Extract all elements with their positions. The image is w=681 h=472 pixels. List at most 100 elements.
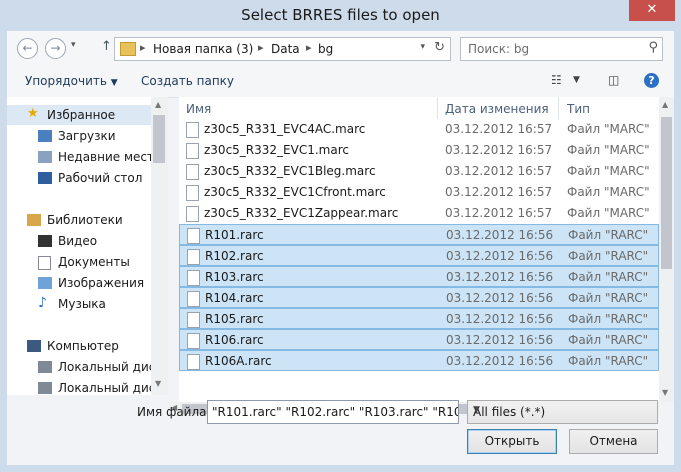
- column-header-name[interactable]: Имя: [186, 102, 211, 116]
- new-folder-button[interactable]: Создать папку: [141, 74, 234, 88]
- file-icon: [187, 291, 200, 307]
- file-name: z30c5_R332_EVC1.marc: [204, 143, 349, 157]
- video-icon: [38, 235, 52, 247]
- search-placeholder: Поиск: bg: [468, 42, 530, 56]
- file-icon: [186, 143, 199, 159]
- back-button[interactable]: ←: [17, 38, 38, 59]
- nav-label: Недавние места: [58, 150, 151, 164]
- breadcrumb-item[interactable]: Новая папка (3): [153, 42, 253, 56]
- refresh-icon[interactable]: ↻: [434, 40, 445, 55]
- nav-label: Видео: [58, 234, 98, 248]
- nav-item-computer[interactable]: Компьютер: [7, 336, 151, 356]
- file-row[interactable]: R101.rarc 03.12.2012 16:56 Файл "RARC": [179, 224, 659, 245]
- nav-label: Библиотеки: [47, 213, 123, 227]
- nav-label: Музыка: [58, 297, 106, 311]
- recent-places-icon: [38, 151, 52, 163]
- file-date: 03.12.2012 16:57: [445, 185, 553, 199]
- file-row[interactable]: z30c5_R331_EVC4AC.marc 03.12.2012 16:57 Фа…: [179, 119, 659, 140]
- nav-item-video[interactable]: Видео: [7, 231, 151, 251]
- file-name: R105.rarc: [205, 312, 264, 326]
- chevron-down-icon[interactable]: ▾: [420, 42, 425, 52]
- scrollbar-thumb[interactable]: [153, 115, 165, 163]
- file-date: 03.12.2012 16:56: [446, 312, 554, 326]
- file-icon: [187, 228, 200, 244]
- star-icon: ★: [27, 106, 39, 121]
- column-divider[interactable]: [558, 97, 559, 119]
- nav-item-libraries[interactable]: Библиотеки: [7, 210, 151, 230]
- file-type: Файл "MARC": [567, 164, 650, 178]
- scrollbar-thumb[interactable]: [661, 117, 672, 269]
- nav-item-favorites[interactable]: ★ Избранное: [7, 105, 151, 125]
- navigation-scrollbar[interactable]: ▲ ▼: [151, 97, 168, 395]
- nav-item-downloads[interactable]: Загрузки: [7, 126, 151, 146]
- nav-item-music[interactable]: ♪ Музыка: [7, 294, 151, 314]
- view-options-icon[interactable]: ☷: [551, 73, 562, 87]
- file-name: R104.rarc: [205, 291, 264, 305]
- sort-ascending-icon: ˄: [401, 97, 405, 103]
- file-date: 03.12.2012 16:56: [446, 354, 554, 368]
- scroll-up-icon[interactable]: ▲: [662, 100, 668, 109]
- up-button[interactable]: ↑: [101, 39, 112, 54]
- organize-button[interactable]: Упорядочить ▼: [25, 74, 118, 88]
- file-row[interactable]: R104.rarc 03.12.2012 16:56 Файл "RARC": [179, 287, 659, 308]
- address-bar[interactable]: ▸ Новая папка (3) ▸ Data ▸ bg ▾ ↻: [114, 37, 451, 61]
- chevron-down-icon[interactable]: ▼: [573, 75, 580, 85]
- scroll-up-icon[interactable]: ▲: [155, 100, 161, 109]
- column-header-date[interactable]: Дата изменения: [445, 102, 549, 116]
- breadcrumb-item[interactable]: Data: [271, 42, 300, 56]
- file-name: R106.rarc: [205, 333, 264, 347]
- chevron-down-icon: ▼: [110, 78, 118, 88]
- column-divider[interactable]: [437, 97, 438, 119]
- command-toolbar: Упорядочить ▼ Создать папку ☷ ▼ ◫ ?: [7, 65, 674, 98]
- close-button[interactable]: ✕: [629, 0, 675, 21]
- file-row[interactable]: R106A.rarc 03.12.2012 16:56 Файл "RARC": [179, 350, 659, 371]
- nav-label: Избранное: [47, 108, 116, 122]
- preview-pane-icon[interactable]: ◫: [608, 73, 619, 87]
- nav-label: Загрузки: [58, 129, 116, 143]
- forward-button[interactable]: →: [45, 38, 66, 59]
- file-row[interactable]: R106.rarc 03.12.2012 16:56 Файл "RARC": [179, 329, 659, 350]
- file-icon: [187, 270, 200, 286]
- nav-item-documents[interactable]: Документы: [7, 252, 151, 272]
- file-icon: [187, 249, 200, 265]
- nav-item-local-disk-2[interactable]: Локальный диск: [7, 378, 151, 395]
- file-type: Файл "RARC": [568, 228, 649, 242]
- file-row[interactable]: z30c5_R332_EVC1Cfront.marc 03.12.2012 16:…: [179, 182, 659, 203]
- nav-item-local-disk[interactable]: Локальный диск: [7, 357, 151, 377]
- breadcrumb-separator-icon[interactable]: ▸: [258, 41, 264, 54]
- nav-item-desktop[interactable]: Рабочий стол: [7, 168, 151, 188]
- column-header-type[interactable]: Тип: [567, 102, 590, 116]
- title-bar[interactable]: Select BRRES files to open ✕: [0, 0, 681, 31]
- filename-input[interactable]: "R101.rarc" "R102.rarc" "R103.rarc" "R10…: [207, 400, 459, 424]
- file-row[interactable]: R102.rarc 03.12.2012 16:56 Файл "RARC": [179, 245, 659, 266]
- file-list-scrollbar[interactable]: ▲ ▼: [659, 97, 674, 402]
- nav-item-images[interactable]: Изображения: [7, 273, 151, 293]
- breadcrumb-separator-icon[interactable]: ▸: [306, 41, 312, 54]
- file-date: 03.12.2012 16:57: [445, 143, 553, 157]
- file-name: R106A.rarc: [205, 354, 272, 368]
- scroll-down-icon[interactable]: ▼: [662, 388, 668, 397]
- file-type: Файл "RARC": [568, 249, 649, 263]
- breadcrumb-separator-icon[interactable]: ▸: [140, 41, 146, 54]
- downloads-icon: [38, 130, 52, 142]
- nav-item-recent[interactable]: Недавние места: [7, 147, 151, 167]
- search-input[interactable]: Поиск: bg ⚲: [460, 37, 663, 61]
- history-dropdown-icon[interactable]: ▾: [71, 40, 76, 50]
- search-icon[interactable]: ⚲: [648, 40, 658, 55]
- file-row[interactable]: R103.rarc 03.12.2012 16:56 Файл "RARC": [179, 266, 659, 287]
- file-row[interactable]: z30c5_R332_EVC1Zappear.marc 03.12.2012 16…: [179, 203, 659, 224]
- open-button[interactable]: Открыть: [467, 429, 557, 454]
- file-row[interactable]: z30c5_R332_EVC1.marc 03.12.2012 16:57 Файл…: [179, 140, 659, 161]
- file-row[interactable]: R105.rarc 03.12.2012 16:56 Файл "RARC": [179, 308, 659, 329]
- desktop-icon: [38, 172, 52, 184]
- scroll-down-icon[interactable]: ▼: [155, 379, 161, 388]
- cancel-button[interactable]: Отмена: [569, 429, 658, 454]
- file-date: 03.12.2012 16:56: [446, 249, 554, 263]
- drive-icon: [38, 382, 52, 394]
- breadcrumb-item[interactable]: bg: [318, 42, 333, 56]
- file-type-select[interactable]: All files (*.*) ▼: [467, 400, 658, 424]
- file-icon: [187, 312, 200, 328]
- file-type: Файл "MARC": [567, 206, 650, 220]
- file-row[interactable]: z30c5_R332_EVC1Bleg.marc 03.12.2012 16:57…: [179, 161, 659, 182]
- help-icon[interactable]: ?: [644, 73, 659, 88]
